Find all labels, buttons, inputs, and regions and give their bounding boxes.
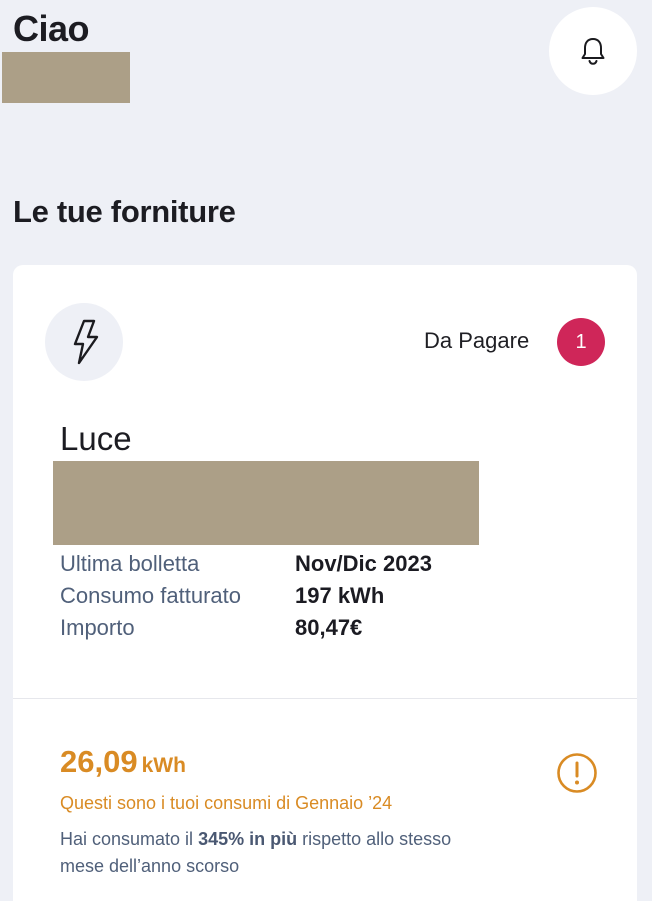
detail-value: Nov/Dic 2023	[295, 551, 432, 576]
section-title: Le tue forniture	[13, 194, 236, 229]
pending-bills-badge[interactable]: 1	[557, 318, 605, 366]
card-divider	[13, 698, 637, 699]
comparison-prefix: Hai consumato il	[60, 829, 199, 849]
comparison-highlight: 345% in più	[198, 829, 298, 849]
consumption-unit: kWh	[141, 754, 186, 777]
consumption-period-note: Questi sono i tuoi consumi di Gennaio ’2…	[60, 793, 393, 813]
detail-label: Consumo fatturato	[60, 583, 241, 608]
exclamation-circle-icon[interactable]	[556, 752, 598, 794]
greeting-title: Ciao	[13, 8, 90, 49]
supply-type: Luce	[60, 420, 132, 457]
detail-row-amount: Importo 80,47€	[60, 615, 362, 641]
detail-row-billed-consumption: Consumo fatturato 197 kWh	[60, 583, 384, 609]
supply-icon-badge	[45, 303, 123, 381]
payment-status-label: Da Pagare	[424, 328, 530, 353]
consumption-value: 26,09	[60, 744, 138, 779]
detail-label: Ultima bolletta	[60, 551, 200, 576]
lightning-bolt-icon	[73, 319, 99, 365]
user-name-redacted	[2, 52, 130, 103]
detail-row-last-bill: Ultima bolletta Nov/Dic 2023	[60, 551, 432, 577]
bell-icon	[581, 38, 605, 65]
detail-value: 197 kWh	[295, 583, 385, 608]
notifications-button[interactable]	[549, 7, 637, 95]
current-consumption: 26,09 kWh	[60, 744, 186, 780]
detail-label: Importo	[60, 615, 135, 640]
supply-address-redacted	[53, 461, 479, 545]
supply-card[interactable]: Da Pagare 1 Luce Ultima bolletta Nov/Dic …	[13, 265, 637, 901]
consumption-comparison: Hai consumato il 345% in più rispetto al…	[60, 826, 490, 880]
detail-value: 80,47€	[295, 615, 363, 640]
